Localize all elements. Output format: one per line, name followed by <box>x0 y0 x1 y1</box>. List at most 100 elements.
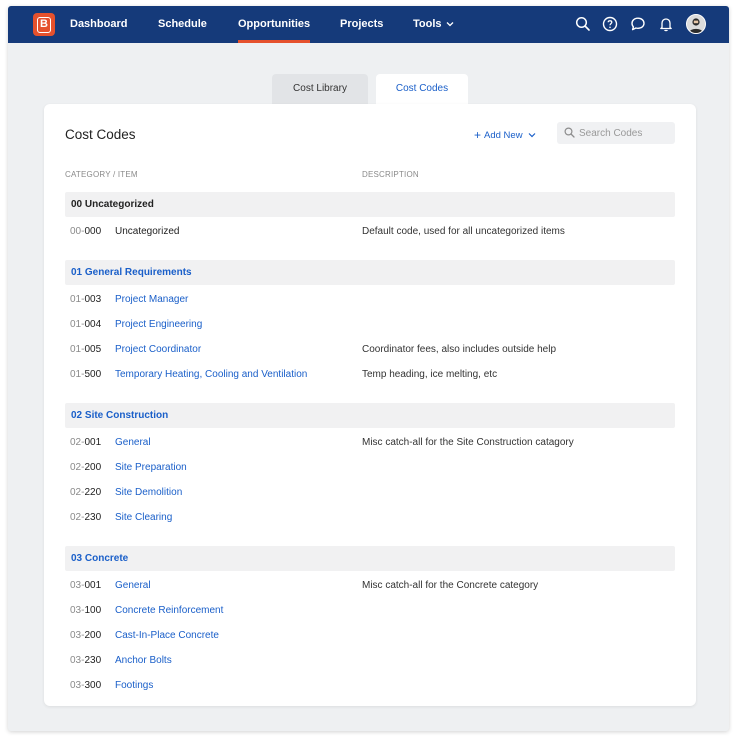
code-prefix: 02- <box>70 512 85 523</box>
nav-item-opportunities[interactable]: Opportunities <box>238 6 311 43</box>
nav-item-tools[interactable]: Tools <box>413 6 454 43</box>
add-new-label: Add New <box>484 130 523 141</box>
code-number: 200 <box>84 462 102 473</box>
code-prefix: 02- <box>70 462 85 473</box>
list-item[interactable]: 02-200 Site Preparation <box>65 462 675 476</box>
code-number: 005 <box>84 344 102 355</box>
category-label: 01 General Requirements <box>71 267 192 278</box>
list-item[interactable]: 03-200 Cast-In-Place Concrete <box>65 630 675 644</box>
code-prefix: 03- <box>70 680 85 691</box>
list-item[interactable]: 01-003 Project Manager <box>65 294 675 308</box>
item-name: Uncategorized <box>115 226 180 237</box>
code-prefix: 03- <box>70 580 85 591</box>
tab-cost-library[interactable]: Cost Library <box>272 74 368 104</box>
item-code: 02-200 <box>70 462 101 473</box>
item-code: 01-005 <box>70 344 101 355</box>
search-box[interactable] <box>557 122 675 144</box>
search-input[interactable] <box>579 122 671 144</box>
item-name-link[interactable]: Footings <box>115 680 153 691</box>
list-item[interactable]: 03-100 Concrete Reinforcement <box>65 605 675 619</box>
code-number: 004 <box>84 319 102 330</box>
avatar[interactable] <box>686 14 706 34</box>
item-name-link[interactable]: Concrete Reinforcement <box>115 605 223 616</box>
logo-letter: B <box>37 16 51 33</box>
bell-icon[interactable] <box>658 16 674 32</box>
item-name-link[interactable]: Project Coordinator <box>115 344 201 355</box>
app-window: B Dashboard Schedule Opportunities Proje… <box>8 6 729 731</box>
column-header-category: CATEGORY / ITEM <box>65 170 138 179</box>
code-number: 100 <box>84 605 102 616</box>
item-description: Coordinator fees, also includes outside … <box>362 344 557 355</box>
code-number: 200 <box>84 630 102 641</box>
item-description: Misc catch-all for the Site Construction… <box>362 437 574 448</box>
item-code: 00-000 <box>70 226 101 237</box>
category-header[interactable]: 00 Uncategorized <box>65 192 675 217</box>
code-prefix: 03- <box>70 655 85 666</box>
list-item[interactable]: 03-230 Anchor Bolts <box>65 655 675 669</box>
code-number: 230 <box>84 655 102 666</box>
top-navigation: B Dashboard Schedule Opportunities Proje… <box>8 6 729 43</box>
list-item[interactable]: 03-300 Footings <box>65 680 675 694</box>
code-prefix: 01- <box>70 344 85 355</box>
item-code: 03-230 <box>70 655 101 666</box>
code-number: 500 <box>84 369 102 380</box>
list-item[interactable]: 01-004 Project Engineering <box>65 319 675 333</box>
app-logo[interactable]: B <box>33 13 55 36</box>
item-code: 01-004 <box>70 319 101 330</box>
column-header-description: DESCRIPTION <box>362 170 419 179</box>
nav-item-label: Schedule <box>158 18 207 30</box>
code-prefix: 00- <box>70 226 85 237</box>
code-prefix: 01- <box>70 369 85 380</box>
item-name-link[interactable]: Site Preparation <box>115 462 187 473</box>
item-code: 03-200 <box>70 630 101 641</box>
item-code: 03-300 <box>70 680 101 691</box>
item-name-link[interactable]: Site Demolition <box>115 487 182 498</box>
category-header[interactable]: 01 General Requirements <box>65 260 675 285</box>
code-prefix: 03- <box>70 630 85 641</box>
add-new-button[interactable]: + Add New <box>474 128 536 142</box>
tab-cost-codes[interactable]: Cost Codes <box>376 74 468 104</box>
list-item[interactable]: 02-230 Site Clearing <box>65 512 675 526</box>
item-name-link[interactable]: Site Clearing <box>115 512 172 523</box>
category-label: 02 Site Construction <box>71 410 169 421</box>
code-number: 300 <box>84 680 102 691</box>
list-item[interactable]: 02-001 General Misc catch-all for the Si… <box>65 437 675 451</box>
code-prefix: 01- <box>70 294 85 305</box>
list-item[interactable]: 02-220 Site Demolition <box>65 487 675 501</box>
category-label: 03 Concrete <box>71 553 129 564</box>
item-name-link[interactable]: Project Engineering <box>115 319 202 330</box>
item-code: 03-001 <box>70 580 101 591</box>
item-name-link[interactable]: General <box>115 437 151 448</box>
cost-codes-card: Cost Codes +Add New CATEGORY / ITEM DESC… <box>44 104 696 706</box>
chat-icon[interactable] <box>630 16 646 32</box>
list-item[interactable]: 01-500 Temporary Heating, Cooling and Ve… <box>65 369 675 383</box>
search-icon <box>564 127 575 138</box>
code-number: 003 <box>84 294 102 305</box>
item-description: Default code, used for all uncategorized… <box>362 226 565 237</box>
item-name-link[interactable]: General <box>115 580 151 591</box>
code-prefix: 02- <box>70 437 85 448</box>
code-number: 230 <box>84 512 102 523</box>
item-name-link[interactable]: Project Manager <box>115 294 188 305</box>
chevron-down-icon <box>446 6 454 43</box>
category-header[interactable]: 02 Site Construction <box>65 403 675 428</box>
item-code: 01-500 <box>70 369 101 380</box>
help-icon[interactable] <box>602 16 618 32</box>
code-number: 001 <box>84 580 102 591</box>
category-header[interactable]: 03 Concrete <box>65 546 675 571</box>
item-code: 02-220 <box>70 487 101 498</box>
code-prefix: 02- <box>70 487 85 498</box>
nav-item-dashboard[interactable]: Dashboard <box>70 6 127 43</box>
nav-item-schedule[interactable]: Schedule <box>158 6 207 43</box>
page-title: Cost Codes <box>65 127 136 142</box>
list-item[interactable]: 00-000 Uncategorized Default code, used … <box>65 226 675 240</box>
item-name-link[interactable]: Cast-In-Place Concrete <box>115 630 219 641</box>
search-icon[interactable] <box>575 16 591 32</box>
item-name-link[interactable]: Anchor Bolts <box>115 655 172 666</box>
item-name-link[interactable]: Temporary Heating, Cooling and Ventilati… <box>115 369 307 380</box>
nav-item-projects[interactable]: Projects <box>340 6 383 43</box>
nav-item-label: Projects <box>340 18 384 30</box>
list-item[interactable]: 03-001 General Misc catch-all for the Co… <box>65 580 675 594</box>
list-item[interactable]: 01-005 Project Coordinator Coordinator f… <box>65 344 675 358</box>
item-code: 03-100 <box>70 605 101 616</box>
